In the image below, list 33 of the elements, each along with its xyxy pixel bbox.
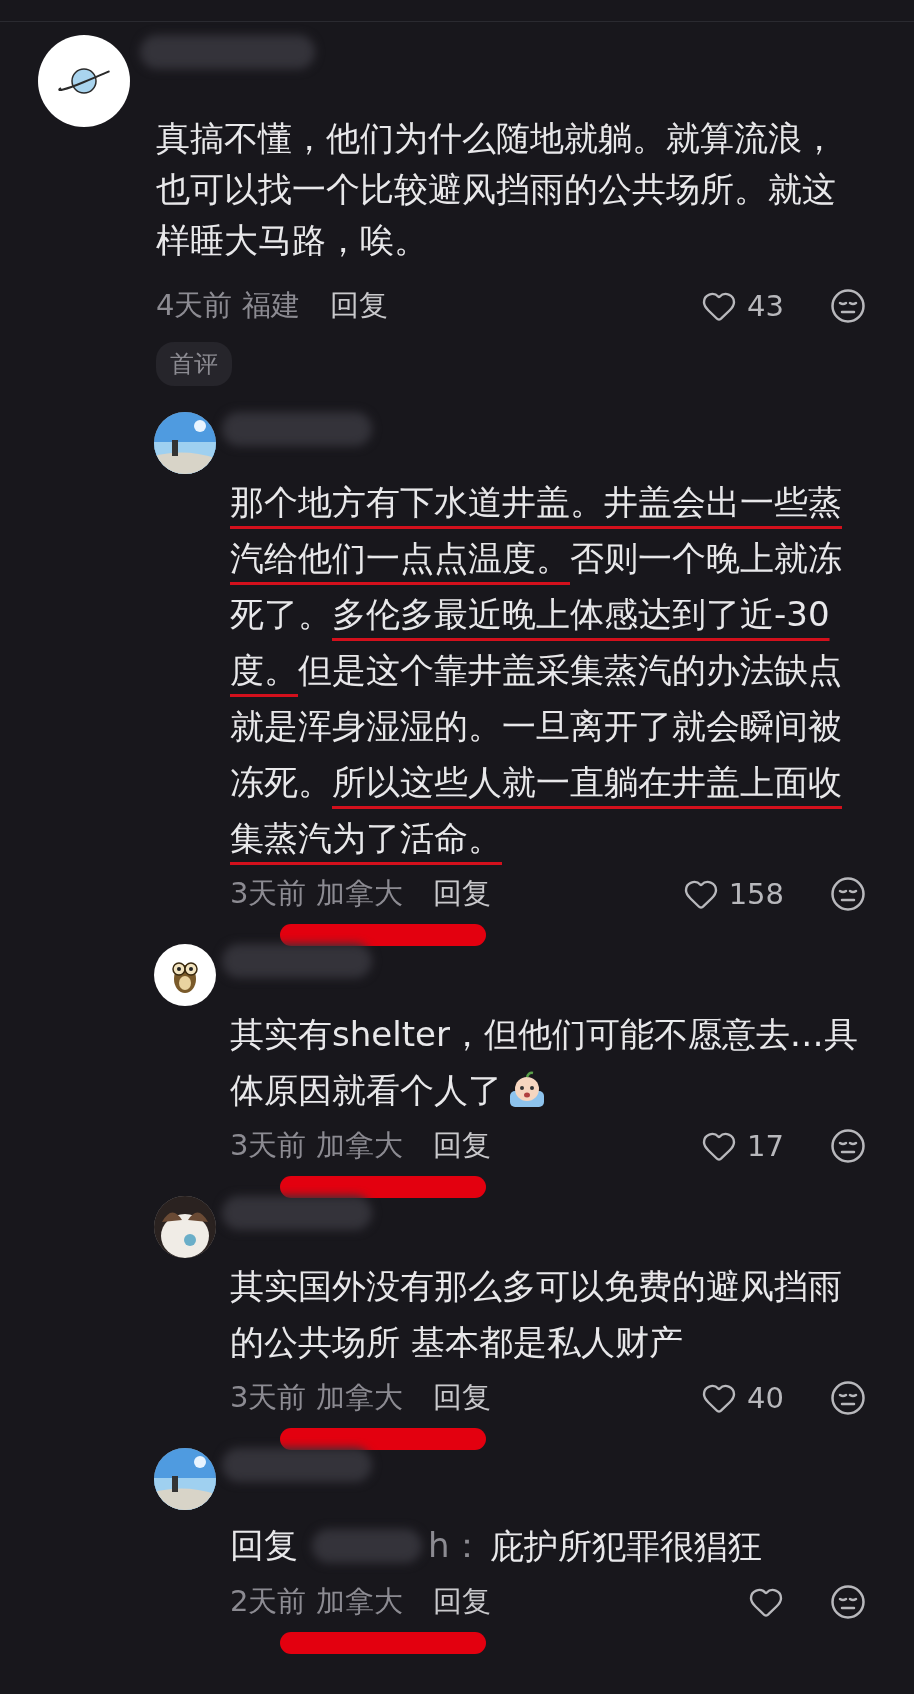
emoji-face-icon[interactable]: [830, 1128, 866, 1164]
reply-target: h：: [428, 1524, 484, 1567]
reply-button[interactable]: 回复: [433, 1378, 492, 1418]
location: 加拿大: [316, 1583, 404, 1620]
reply-button[interactable]: 回复: [330, 286, 389, 326]
first-comment-tag: 首评: [156, 342, 232, 386]
location: 加拿大: [316, 875, 404, 912]
timestamp: 3天前: [230, 1127, 307, 1164]
timestamp: 4天前: [156, 287, 233, 324]
timestamp: 3天前: [230, 1379, 307, 1416]
location: 加拿大: [316, 1379, 404, 1416]
location: 加拿大: [316, 1127, 404, 1164]
reply-button[interactable]: 回复: [433, 874, 492, 914]
comment-text: 其实国外没有那么多可以免费的避风挡雨 的公共场所 基本都是私人财产: [230, 1265, 843, 1364]
timestamp: 3天前: [230, 875, 307, 912]
like-count: 158: [728, 877, 784, 911]
like-count: 40: [747, 1381, 784, 1415]
comment-text: 庇护所犯罪很猖狂: [489, 1525, 762, 1568]
comment-text: 那个地方有下水道井盖。井盖会出一些蒸 汽给他们一点点温度。否则一个晚上就冻 死了。多伦多最近晚上体感达到了近-30 度。但是这个靠井盖采集蒸汽的办法缺点 就是浑身湿湿的。一旦离开了就会瞬间被 冻死。所以这些人就一直躺在井盖上面收 集蒸汽为了活命。: [230, 481, 843, 860]
emoji-face-icon[interactable]: [830, 288, 866, 324]
like-count: 17: [747, 1129, 784, 1163]
planet-icon: [55, 66, 113, 96]
comment-text: 其实有shelter，但他们可能不愿意去…具 体原因就看个人了: [230, 1013, 859, 1113]
reply-button[interactable]: 回复: [433, 1582, 492, 1622]
reply-button[interactable]: 回复: [433, 1126, 492, 1166]
emoji-face-icon[interactable]: [830, 1380, 866, 1416]
reply-label: 回复: [230, 1524, 298, 1567]
emoji-face-icon[interactable]: [830, 1584, 866, 1620]
location: 福建: [242, 287, 301, 324]
timestamp: 2天前: [230, 1583, 307, 1620]
like-count: 43: [747, 289, 784, 323]
emoji-face-icon[interactable]: [830, 876, 866, 912]
comment-text: 真搞不懂，他们为什么随地就躺。就算流浪， 也可以找一个比较避风挡雨的公共场所。就这 样睡大马路，唉。: [156, 117, 837, 262]
